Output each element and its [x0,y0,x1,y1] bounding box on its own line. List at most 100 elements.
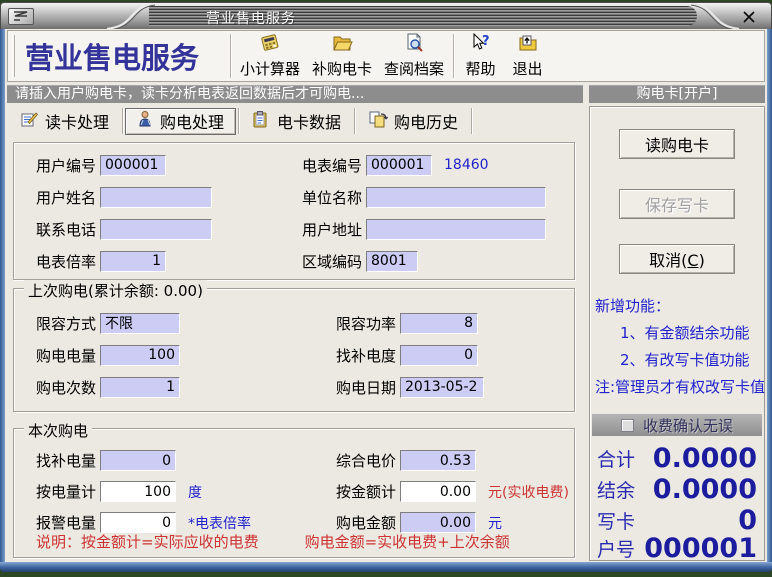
tab-card-data[interactable]: 电卡数据 [241,107,352,135]
confirm-bar: 收费确认无误 [592,414,762,436]
user-no-input[interactable] [100,155,166,176]
price-input[interactable] [400,450,476,471]
user-name-label: 用户姓名 [36,187,100,208]
alarm-energy-input[interactable] [100,512,176,533]
tab-card-data-label: 电卡数据 [277,109,341,133]
cancel-button[interactable]: 取消(C) [619,244,735,274]
tab-purchase[interactable]: 购电处理 [125,108,236,135]
meter-ratio-input[interactable] [100,251,166,272]
meter-ratio-label: 电表倍率 [36,251,100,272]
phone-input[interactable] [100,219,212,240]
last-purchase-group: 上次购电(累计余额: 0.00) 限容方式 购电电量 购电次数 [13,288,575,412]
purchase-date-input[interactable] [400,377,484,398]
purchase-date-label: 购电日期 [336,377,400,398]
tab-separator [471,108,472,134]
amount-unit: 元 [488,513,502,533]
area-code-label: 区域编码 [302,251,366,272]
tab-purchase-label: 购电处理 [160,109,224,133]
adjust-energy-input[interactable] [100,450,176,471]
limit-mode-input[interactable] [100,313,180,334]
note-pen-icon [20,110,39,132]
meter-no-input[interactable] [366,155,432,176]
titlebar-swoosh-left [105,3,157,30]
total-value: 0.0000 [653,443,757,474]
account-value: 000001 [644,533,757,564]
user-no-label: 用户编号 [36,155,100,176]
app-logo-icon[interactable] [8,8,34,25]
window: 营业售电服务 营业售电服务 [0,2,772,572]
svg-text:?: ? [482,34,490,49]
window-title: 营业售电服务 [206,8,296,28]
feature-note-3: 注:管理员才有权改写卡值 [595,374,762,401]
user-info-group: 用户编号 用户姓名 联系电话 电表倍率 [13,142,575,280]
purchase-times-input[interactable] [100,377,180,398]
tab-separator [238,108,239,134]
balance-value: 0.0000 [653,474,757,505]
cancel-label-post: ) [699,251,705,270]
exit-label: 退出 [512,58,542,79]
exit-button[interactable]: 退出 [504,32,551,80]
archive-label: 查阅档案 [384,58,444,79]
org-name-label: 单位名称 [302,187,366,208]
archive-button[interactable]: 查阅档案 [378,32,450,80]
tab-read-card[interactable]: 读卡处理 [9,107,120,135]
feature-note-1: 1、有金额结余功能 [595,320,762,347]
read-card-button[interactable]: 读购电卡 [619,129,735,159]
tab-read-card-label: 读卡处理 [45,109,109,133]
by-amount-label: 按金额计 [336,481,400,502]
titlebar-swoosh-right [689,3,741,30]
adjust-energy-label: 找补电量 [36,450,100,471]
this-purchase-group: 本次购电 找补电量 按电量计 度 报警电量 *电表倍率 [13,428,575,558]
exit-folder-icon [517,33,539,57]
side-panel-header: 购电卡[开户] [589,85,765,103]
feature-notes: 新增功能： 1、有金额结余功能 2、有改写卡值功能 注:管理员才有权改写卡值 [595,293,762,401]
limit-power-input[interactable] [400,313,478,334]
limit-power-label: 限容功率 [336,313,400,334]
by-energy-input[interactable] [100,481,176,502]
toolbar-separator [453,34,454,78]
checkbox-icon[interactable] [621,419,634,432]
feature-note-2: 2、有改写卡值功能 [595,347,762,374]
calculator-icon [259,33,281,57]
amount-label: 购电金额 [336,512,400,533]
balance-row: 结余 0.0000 [597,474,757,504]
archive-search-icon [403,33,425,57]
buy-card-button[interactable]: 补购电卡 [306,32,378,80]
account-row: 户号 000001 [597,533,757,563]
purchase-times-label: 购电次数 [36,377,100,398]
folder-card-icon [331,33,353,57]
help-label: 帮助 [465,58,495,79]
feature-notes-title: 新增功能： [595,293,762,320]
write-card-row: 写卡 0 [597,505,757,535]
confirm-label: 收费确认无误 [643,415,733,436]
total-row: 合计 0.0000 [597,443,757,473]
by-amount-input[interactable] [400,481,476,502]
history-cards-icon [368,110,388,132]
org-name-input[interactable] [366,187,546,208]
note-right: 购电金额=实收电费+上次余额 [305,531,510,552]
write-card-value: 0 [738,505,757,536]
adjust-degree-input[interactable] [400,345,478,366]
tab-history[interactable]: 购电历史 [357,107,469,135]
toolbar-separator [230,34,231,78]
window-frame: 营业售电服务 小计算器 [0,29,772,562]
address-input[interactable] [366,219,546,240]
user-name-input[interactable] [100,187,212,208]
purchase-notes: 说明：按金额计=实际应收的电费 购电金额=实收电费+上次余额 [36,531,510,552]
calculator-button[interactable]: 小计算器 [234,32,306,80]
amount-input[interactable] [400,512,476,533]
area-code-input[interactable] [366,251,418,272]
message-bar: 请插入用户购电卡，读卡分析电表返回数据后才可购电... [7,85,583,103]
client-area: 营业售电服务 小计算器 [5,29,767,562]
by-amount-unit: 元(实收电费) [488,482,569,502]
toolbar: 营业售电服务 小计算器 [7,30,765,82]
help-button[interactable]: ? 帮助 [457,32,504,80]
limit-mode-label: 限容方式 [36,313,100,334]
close-icon[interactable] [742,9,758,24]
save-write-card-button[interactable]: 保存写卡 [619,189,735,219]
address-label: 用户地址 [302,219,366,240]
energy-input[interactable] [100,345,180,366]
phone-label: 联系电话 [36,219,100,240]
titlebar: 营业售电服务 [0,2,772,29]
balance-label: 结余 [597,476,635,503]
